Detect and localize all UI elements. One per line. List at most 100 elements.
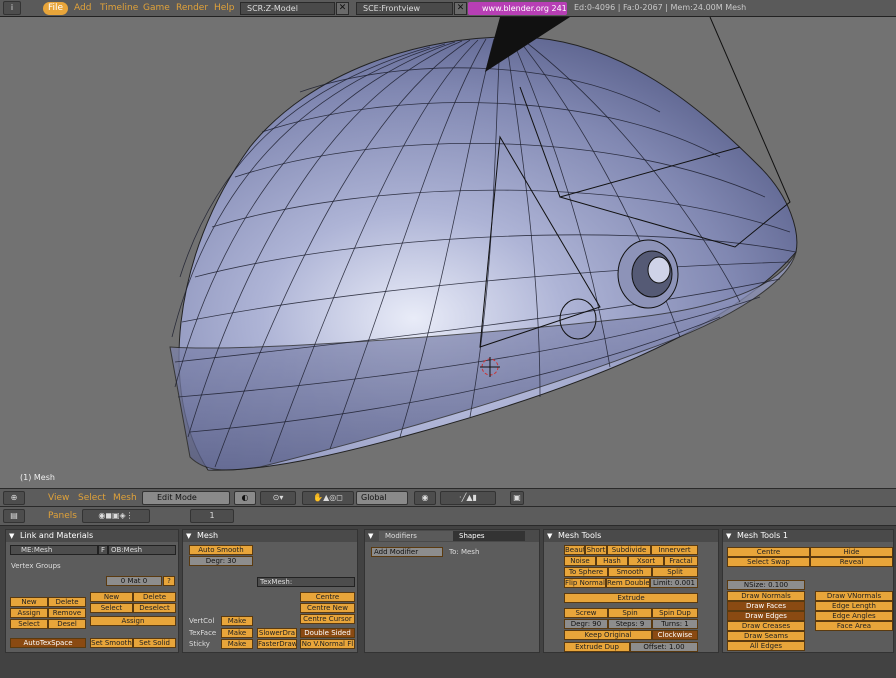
draw-creases-toggle[interactable]: Draw Creases [727,621,805,631]
menu-file[interactable]: File [43,2,69,15]
sticky-make-button[interactable]: Make [221,639,253,649]
menu-add[interactable]: Add [74,3,91,13]
blender-url[interactable]: www.blender.org 241 [468,2,567,15]
turns-field[interactable]: Turns: 1 [652,619,698,629]
add-modifier-menu[interactable]: Add Modifier [371,547,443,557]
clockwise-toggle[interactable]: Clockwise [652,630,698,640]
frame-field[interactable]: 1 [190,509,234,523]
draw-seams-toggle[interactable]: Draw Seams [727,631,805,641]
vertcol-make-button[interactable]: Make [221,616,253,626]
menu-view[interactable]: View [48,493,69,503]
menu-help[interactable]: Help [214,3,235,13]
menu-game[interactable]: Game [143,3,170,13]
auto-smooth-toggle[interactable]: Auto Smooth [189,545,253,555]
set-smooth-button[interactable]: Set Smooth [90,638,133,648]
centre-button[interactable]: Centre [300,592,355,602]
all-edges-toggle[interactable]: All Edges [727,641,805,651]
material-index[interactable]: 0 Mat 0 [106,576,162,586]
keep-original-toggle[interactable]: Keep Original [564,630,652,640]
slower-draw-button[interactable]: SlowerDra [257,628,297,638]
vgroup-desel-button[interactable]: Desel [48,619,86,629]
no-vnormal-flip-toggle[interactable]: No V.Normal Fl [300,639,355,649]
draw-type-icon[interactable]: ◐ [234,491,256,505]
mat-assign-button[interactable]: Assign [90,616,176,626]
xsort-button[interactable]: Xsort [628,556,664,566]
select-swap-button[interactable]: Select Swap [727,557,810,567]
select-mode-icons[interactable]: ·╱▲▮ [440,491,496,505]
vgroup-delete-button[interactable]: Delete [48,597,86,607]
vgroup-new-button[interactable]: New [10,597,48,607]
texmesh-field[interactable]: TexMesh: [257,577,355,587]
buttons-window-icon[interactable]: ▤ [3,509,25,523]
me-field[interactable]: ME:Mesh [10,545,98,555]
close-screen-icon[interactable]: ✕ [336,2,349,15]
reveal-button[interactable]: Reveal [810,557,893,567]
edge-angles-toggle[interactable]: Edge Angles [815,611,893,621]
hide-button[interactable]: Hide [810,547,893,557]
menu-timeline[interactable]: Timeline [100,3,138,13]
mat-select-button[interactable]: Select [90,603,133,613]
menu-select[interactable]: Select [78,493,106,503]
centre-cursor-button[interactable]: Centre Cursor [300,614,355,624]
context-icons[interactable]: ◉◼▣◈⋮ [82,509,150,523]
draw-edges-toggle[interactable]: Draw Edges [727,611,805,621]
degr-field[interactable]: Degr: 30 [189,556,253,566]
texface-make-button[interactable]: Make [221,628,253,638]
centre-button[interactable]: Centre [727,547,810,557]
spin-dup-button[interactable]: Spin Dup [652,608,698,618]
scene-field[interactable]: SCE:Frontview [356,2,453,15]
close-scene-icon[interactable]: ✕ [454,2,467,15]
edge-length-toggle[interactable]: Edge Length [815,601,893,611]
orientation-select[interactable]: Global [356,491,408,505]
autotexspace-toggle[interactable]: AutoTexSpace [10,638,86,648]
menu-mesh[interactable]: Mesh [113,493,137,503]
mat-deselect-button[interactable]: Deselect [133,603,176,613]
3d-viewport[interactable] [0,17,896,488]
double-sided-toggle[interactable]: Double Sided [300,628,355,638]
offset-field[interactable]: Offset: 1.00 [630,642,698,652]
menu-panels[interactable]: Panels [48,511,77,521]
mat-delete-button[interactable]: Delete [133,592,176,602]
vgroup-select-button[interactable]: Select [10,619,48,629]
draw-faces-toggle[interactable]: Draw Faces [727,601,805,611]
draw-vnormals-toggle[interactable]: Draw VNormals [815,591,893,601]
fractal-button[interactable]: Fractal [664,556,698,566]
innervert-select[interactable]: Innervert [651,545,698,555]
vgroup-remove-button[interactable]: Remove [48,608,86,618]
view-type-icon[interactable]: ⊕ [3,491,25,505]
mode-select[interactable]: Edit Mode [142,491,230,505]
f-button[interactable]: F [98,545,108,555]
split-button[interactable]: Split [652,567,698,577]
proportional-icon[interactable]: ◉ [414,491,436,505]
to-sphere-button[interactable]: To Sphere [564,567,608,577]
rem-doubles-button[interactable]: Rem Doubles [606,578,650,588]
window-type-icon[interactable]: i [3,1,21,15]
ob-field[interactable]: OB:Mesh [108,545,176,555]
pivot-icon[interactable]: ⊙▾ [260,491,296,505]
smooth-button[interactable]: Smooth [608,567,652,577]
face-area-toggle[interactable]: Face Area [815,621,893,631]
set-solid-button[interactable]: Set Solid [133,638,176,648]
vgroup-assign-button[interactable]: Assign [10,608,48,618]
noise-button[interactable]: Noise [564,556,596,566]
spin-button[interactable]: Spin [608,608,652,618]
degr-field[interactable]: Degr: 90 [564,619,608,629]
extrude-button[interactable]: Extrude [564,593,698,603]
beauty-toggle[interactable]: Beaut [564,545,585,555]
limit-field[interactable]: Limit: 0.001 [650,578,698,588]
mat-new-button[interactable]: New [90,592,133,602]
screw-button[interactable]: Screw [564,608,608,618]
material-help-button[interactable]: ? [163,576,175,586]
short-toggle[interactable]: Short [585,545,607,555]
render-icon[interactable]: ▣ [510,491,524,505]
screen-field[interactable]: SCR:Z-Model [240,2,335,15]
hash-button[interactable]: Hash [596,556,628,566]
extrude-dup-button[interactable]: Extrude Dup [564,642,630,652]
manipulator-icons[interactable]: ✋▲◎◻ [302,491,354,505]
centre-new-button[interactable]: Centre New [300,603,355,613]
faster-draw-button[interactable]: FasterDraw [257,639,297,649]
tab-shapes[interactable]: Shapes [453,531,525,541]
draw-normals-toggle[interactable]: Draw Normals [727,591,805,601]
subdivide-button[interactable]: Subdivide [607,545,651,555]
steps-field[interactable]: Steps: 9 [608,619,652,629]
